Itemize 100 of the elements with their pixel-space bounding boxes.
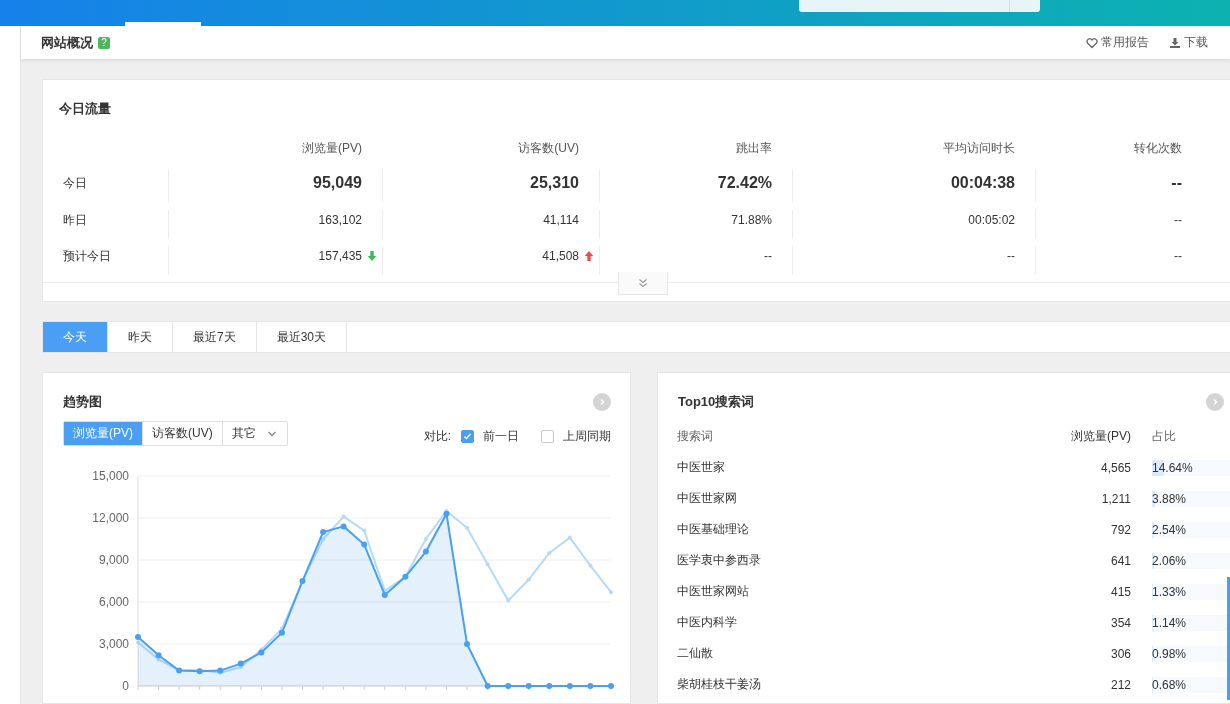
metric-value: 41,508 [542, 247, 579, 265]
table-cell: 0.98% [1152, 646, 1187, 661]
chevron-right-icon [1211, 398, 1219, 406]
column-header: 转化次数 [1133, 140, 1183, 157]
table-cell-text: 1,211 [1100, 491, 1131, 506]
metric-value: 72.42% [717, 173, 772, 194]
data-point [278, 629, 285, 636]
table-cell: 2.54% [1152, 522, 1187, 537]
comparison-point [547, 551, 552, 555]
column-header: 访客数(UV) [517, 140, 580, 157]
metric-tab[interactable]: 访客数(UV) [143, 422, 223, 445]
row-label: 预计今日 [62, 247, 112, 265]
data-point [505, 683, 512, 689]
comparison-point [279, 626, 284, 631]
keyword-cell-text: 中医世家网 [677, 490, 738, 507]
data-point [196, 668, 203, 675]
data-point [340, 523, 347, 530]
data-point [587, 683, 594, 689]
metric-value: -- [1174, 247, 1182, 265]
comparison-point [465, 525, 470, 530]
table-cell: 1.33% [1152, 584, 1187, 599]
keyword-cell-text: 中医世家 [677, 459, 726, 476]
metric-value: 157,435 [318, 247, 362, 265]
page-title: 网站概况 [41, 33, 93, 52]
comparison-point [382, 588, 387, 593]
double-chevron-icon [637, 277, 649, 289]
table-cell: 2.06% [1152, 553, 1187, 568]
data-point [217, 667, 224, 674]
card-title: Top10搜索词 [678, 393, 755, 411]
row-label: 昨日 [62, 211, 88, 229]
metric-value: 25,310 [530, 173, 579, 194]
data-point [320, 529, 327, 535]
column-header: 浏览量(PV) [1070, 428, 1131, 445]
row-label: 今日 [62, 175, 88, 193]
metric-value: 95,049 [313, 173, 362, 194]
table-cell: 0.68% [1152, 677, 1187, 692]
table-cell-text: 4,565 [1099, 460, 1131, 475]
data-point [299, 578, 306, 584]
metric-value: 71.88% [731, 211, 772, 229]
chevron-right-icon [598, 398, 606, 406]
data-point [484, 683, 491, 689]
checkbox[interactable] [541, 430, 554, 443]
column-header: 搜索词 [677, 428, 714, 445]
data-point [422, 548, 429, 555]
data-point [402, 573, 409, 580]
axis-label: 9,000 [98, 553, 129, 567]
data-point [566, 683, 573, 689]
data-point [608, 683, 614, 689]
table-cell-text: 415 [1109, 584, 1131, 599]
more-button[interactable] [593, 393, 611, 411]
data-point [525, 683, 532, 689]
axis-label: 12,000 [92, 511, 129, 525]
axis-label: 0 [122, 679, 129, 693]
metric-dropdown[interactable]: 其它 [222, 422, 287, 445]
checkbox[interactable] [461, 430, 474, 443]
data-point [155, 652, 162, 659]
table-cell: 1.14% [1152, 615, 1187, 630]
data-point [176, 667, 183, 674]
compare-label: 对比: [423, 428, 451, 445]
metric-value: 00:04:38 [950, 173, 1015, 194]
column-header: 占比 [1152, 428, 1176, 445]
range-tab[interactable]: 最近7天 [173, 322, 257, 352]
metric-value: -- [1007, 247, 1015, 265]
axis-label: 3,000 [98, 637, 129, 651]
data-point [237, 660, 244, 667]
data-point [464, 641, 471, 647]
comparison-point [362, 528, 367, 533]
keyword-cell-text: 中医内科学 [677, 614, 738, 631]
comparison-point [321, 537, 326, 541]
checkbox-label: 上周同期 [563, 428, 611, 445]
table-cell-text: 306 [1109, 646, 1131, 661]
search-field[interactable] [799, 0, 1040, 12]
axis-label: 15,000 [92, 469, 129, 483]
data-point [546, 683, 553, 689]
column-header: 平均访问时长 [942, 140, 1016, 157]
more-button[interactable] [1206, 393, 1224, 411]
range-tab[interactable]: 最近30天 [256, 322, 348, 352]
metric-value: -- [1171, 173, 1182, 194]
comparison-point [485, 562, 490, 567]
heart-icon [1086, 36, 1098, 49]
check-icon [463, 432, 472, 441]
table-cell: 3.88% [1152, 491, 1187, 506]
data-point [361, 541, 368, 548]
download-link[interactable]: 下载 [1169, 34, 1208, 51]
metric-value: 00:05:02 [968, 211, 1015, 229]
favorite-reports-link[interactable]: 常用报告 [1086, 34, 1149, 51]
checkbox-label: 前一日 [483, 428, 519, 445]
download-icon [1169, 36, 1181, 49]
card-title: 趋势图 [63, 393, 102, 411]
table-cell: 14.64% [1152, 460, 1193, 475]
comparison-point [526, 577, 531, 582]
range-tab[interactable]: 昨天 [108, 322, 173, 352]
axis-label: 6,000 [98, 595, 129, 609]
comparison-point [341, 514, 346, 519]
scrollbar-thumb[interactable] [1227, 577, 1230, 700]
expand-button[interactable] [618, 272, 668, 295]
comparison-point [423, 537, 428, 541]
keyword-cell-text: 二仙散 [677, 645, 714, 662]
column-header: 浏览量(PV) [301, 140, 363, 157]
table-cell-text: 792 [1109, 522, 1131, 537]
